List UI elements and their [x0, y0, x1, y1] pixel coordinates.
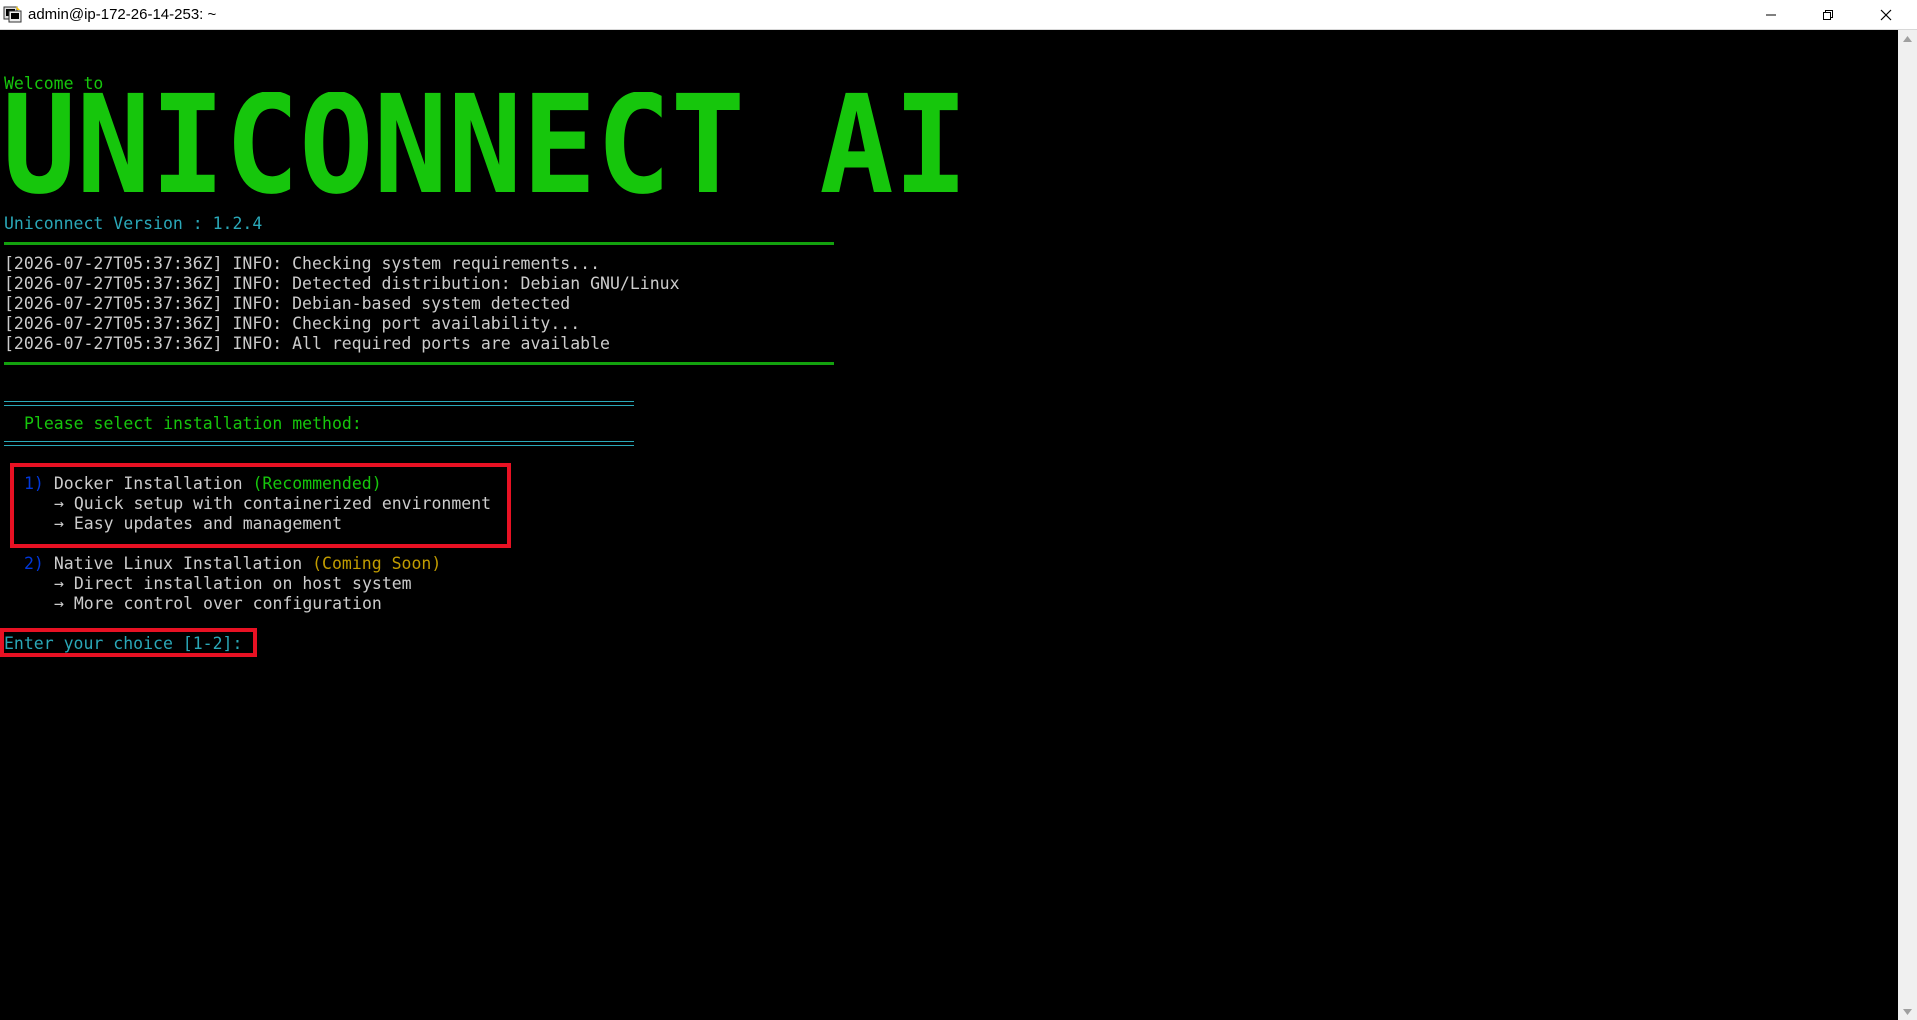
vertical-scrollbar[interactable]: [1898, 30, 1917, 1020]
log-divider-bottom: [4, 362, 834, 365]
welcome-text: Welcome to: [4, 74, 104, 93]
log-line: [2026-07-27T05:37:36Z] INFO: All require…: [4, 334, 610, 353]
version-text: Uniconnect Version : 1.2.4: [4, 214, 263, 233]
scroll-up-button[interactable]: [1898, 30, 1917, 47]
ascii-banner-title: UNICONNECT AI: [2, 92, 968, 196]
minimize-icon: [1766, 14, 1776, 15]
option-label: Native Linux Installation: [53, 554, 303, 573]
putty-terminal-icon: [3, 6, 22, 23]
log-line: [2026-07-27T05:37:36Z] INFO: Checking po…: [4, 314, 581, 333]
scroll-down-button[interactable]: [1898, 1003, 1917, 1020]
highlight-choice-prompt: [0, 628, 257, 657]
minimize-button[interactable]: [1743, 0, 1799, 29]
restore-icon: [1823, 9, 1833, 20]
restore-button[interactable]: [1800, 0, 1856, 29]
option-native-linux[interactable]: 2) Native Linux Installation (Coming Soo…: [24, 554, 441, 574]
option-tag-coming-soon: (Coming Soon): [312, 554, 442, 573]
close-button[interactable]: [1858, 0, 1914, 29]
arrow-up-icon: [1903, 35, 1912, 42]
menu-divider-bottom: [4, 441, 634, 446]
close-icon: [1880, 9, 1892, 20]
menu-divider-top: [4, 401, 634, 406]
log-line: [2026-07-27T05:37:36Z] INFO: Debian-base…: [4, 294, 571, 313]
window-titlebar: admin@ip-172-26-14-253: ~: [0, 0, 1917, 30]
svg-text:UNICONNECT AI: UNICONNECT AI: [2, 92, 968, 196]
menu-prompt: Please select installation method:: [24, 414, 362, 433]
window-title: admin@ip-172-26-14-253: ~: [28, 6, 217, 23]
option-number: 2): [24, 554, 44, 573]
log-line: [2026-07-27T05:37:36Z] INFO: Detected di…: [4, 274, 680, 293]
option-detail: → Direct installation on host system: [54, 574, 412, 593]
log-divider-top: [4, 242, 834, 245]
option-detail: → More control over configuration: [54, 594, 382, 613]
highlight-docker-option: [10, 463, 511, 548]
log-line: [2026-07-27T05:37:36Z] INFO: Checking sy…: [4, 254, 601, 273]
arrow-down-icon: [1903, 1008, 1912, 1015]
